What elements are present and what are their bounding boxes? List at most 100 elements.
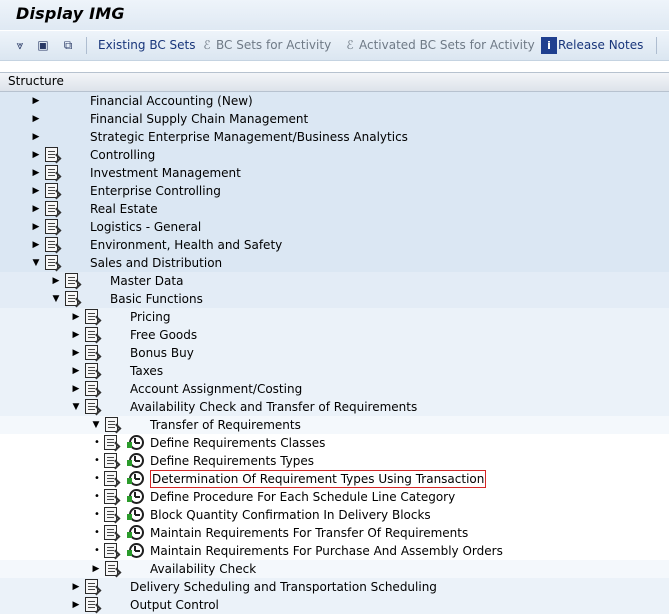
expand-arrow-icon[interactable]: ▶ [71, 329, 81, 341]
tree-node[interactable]: ▶ Enterprise Controlling [0, 182, 669, 200]
expand-arrow-icon[interactable]: ▶ [91, 563, 101, 575]
collapse-arrow-icon[interactable]: ▼ [31, 257, 41, 269]
expand-arrow-icon[interactable]: ▶ [31, 167, 41, 179]
expand-arrow-icon[interactable]: ▶ [71, 365, 81, 377]
documentation-icon[interactable] [85, 345, 98, 360]
filter-icon[interactable]: ⩔ [12, 37, 28, 53]
tree-node[interactable]: ▶ Output Control [0, 596, 669, 614]
documentation-icon[interactable] [45, 201, 58, 216]
tree-node[interactable]: ▶ Strategic Enterprise Management/Busines… [0, 128, 669, 146]
documentation-icon[interactable] [104, 507, 117, 522]
expand-arrow-icon[interactable]: ▶ [31, 239, 41, 251]
documentation-icon[interactable] [104, 471, 117, 486]
find-icon[interactable]: ▣ [35, 37, 51, 53]
execute-activity-icon[interactable] [127, 543, 144, 558]
expand-arrow-icon[interactable]: ▶ [71, 347, 81, 359]
tree-node[interactable]: • Define Requirements Classes [0, 434, 669, 452]
structure-header-label: Structure [8, 74, 64, 88]
activated-bc-sets-button[interactable]: ℰ Activated BC Sets for Activity [342, 37, 534, 54]
expand-arrow-icon[interactable]: ▶ [71, 383, 81, 395]
tree-node[interactable]: ▼ Sales and Distribution [0, 254, 669, 273]
tree-node[interactable]: • Define Procedure For Each Schedule Line… [0, 488, 669, 506]
documentation-icon[interactable] [104, 489, 117, 504]
tree-node[interactable]: • Block Quantity Confirmation In Delivery… [0, 506, 669, 524]
collapse-arrow-icon[interactable]: ▼ [51, 293, 61, 305]
documentation-icon[interactable] [104, 543, 117, 558]
execute-activity-icon[interactable] [127, 507, 144, 522]
expand-arrow-icon[interactable]: ▶ [31, 203, 41, 215]
execute-activity-icon[interactable] [127, 489, 144, 504]
expand-arrow-icon[interactable]: ▶ [31, 95, 41, 107]
bc-sets-for-activity-button[interactable]: ℰ BC Sets for Activity [199, 37, 331, 54]
leaf-bullet-icon: • [94, 509, 100, 520]
release-notes-button[interactable]: i Release Notes [541, 37, 643, 54]
expand-arrow-icon[interactable]: ▶ [31, 221, 41, 233]
documentation-icon[interactable] [45, 183, 58, 198]
documentation-icon[interactable] [85, 363, 98, 378]
documentation-icon[interactable] [104, 453, 117, 468]
expand-arrow-icon[interactable]: ▶ [31, 185, 41, 197]
tree-node[interactable]: • Maintain Requirements For Transfer Of R… [0, 524, 669, 542]
tree-node[interactable]: ▶ Free Goods [0, 326, 669, 344]
expand-arrow-icon[interactable]: ▶ [31, 131, 41, 143]
tree-node[interactable]: • Determination Of Requirement Types Usin… [0, 470, 669, 488]
tree-node[interactable]: ▶ Investment Management [0, 164, 669, 182]
tree-node[interactable]: ▶ Bonus Buy [0, 344, 669, 362]
documentation-icon[interactable] [105, 417, 118, 432]
documentation-icon[interactable] [85, 579, 98, 594]
documentation-icon[interactable] [85, 399, 98, 414]
tree-node[interactable]: ▶ Delivery Scheduling and Transportation … [0, 578, 669, 596]
documentation-icon[interactable] [65, 291, 78, 306]
execute-activity-icon[interactable] [127, 435, 144, 450]
leaf-bullet-icon: • [94, 473, 100, 484]
documentation-icon[interactable] [104, 525, 117, 540]
collapse-arrow-icon[interactable]: ▼ [91, 419, 101, 431]
leaf-bullet-icon: • [94, 455, 100, 466]
tree-node[interactable]: ▶ Financial Supply Chain Management [0, 110, 669, 128]
execute-activity-icon[interactable] [127, 471, 144, 486]
expand-arrow-icon[interactable]: ▶ [31, 149, 41, 161]
documentation-icon[interactable] [85, 309, 98, 324]
expand-arrow-icon[interactable]: ▶ [51, 275, 61, 287]
existing-bc-sets-button[interactable]: Existing BC Sets [98, 37, 196, 54]
tree-node[interactable]: • Maintain Requirements For Purchase And … [0, 542, 669, 561]
tree-node[interactable]: ▼ Availability Check and Transfer of Requ… [0, 398, 669, 417]
tree-node[interactable]: ▶ Financial Accounting (New) [0, 92, 669, 110]
refresh-icon[interactable]: ⧉ [60, 37, 76, 53]
expand-arrow-icon[interactable]: ▶ [71, 311, 81, 323]
execute-activity-icon[interactable] [127, 453, 144, 468]
tree-node[interactable]: ▶ Environment, Health and Safety [0, 236, 669, 254]
tree-node[interactable]: ▶ Master Data [0, 272, 669, 290]
tree-node[interactable]: ▶ Pricing [0, 308, 669, 326]
tree-node[interactable]: ▶ Account Assignment/Costing [0, 380, 669, 398]
collapse-arrow-icon[interactable]: ▼ [71, 401, 81, 413]
documentation-icon[interactable] [85, 597, 98, 612]
documentation-icon[interactable] [45, 255, 58, 270]
documentation-icon[interactable] [45, 147, 58, 162]
documentation-icon[interactable] [105, 561, 118, 576]
tree-node[interactable]: ▶ Logistics - General [0, 218, 669, 236]
tree-node[interactable]: ▶ Real Estate [0, 200, 669, 218]
tree-node-label: Free Goods [130, 328, 198, 342]
documentation-icon[interactable] [65, 273, 78, 288]
documentation-icon[interactable] [45, 165, 58, 180]
documentation-icon[interactable] [85, 381, 98, 396]
documentation-icon[interactable] [45, 219, 58, 234]
execute-activity-icon[interactable] [127, 525, 144, 540]
tree-node[interactable]: ▶ Controlling [0, 146, 669, 164]
tree-node-label: Pricing [130, 310, 171, 324]
tree-node[interactable]: ▼ Basic Functions [0, 290, 669, 309]
documentation-icon[interactable] [104, 435, 117, 450]
tree-node-label: Enterprise Controlling [90, 184, 221, 198]
documentation-icon[interactable] [45, 237, 58, 252]
documentation-icon[interactable] [85, 327, 98, 342]
expand-arrow-icon[interactable]: ▶ [71, 581, 81, 593]
tree-node[interactable]: ▶ Taxes [0, 362, 669, 380]
tree-node[interactable]: ▶ Availability Check [0, 560, 669, 578]
expand-arrow-icon[interactable]: ▶ [71, 599, 81, 611]
expand-arrow-icon[interactable]: ▶ [31, 113, 41, 125]
check-mark-icon [127, 442, 132, 448]
tree-node-label: Bonus Buy [130, 346, 194, 360]
tree-node[interactable]: • Define Requirements Types [0, 452, 669, 470]
tree-node[interactable]: ▼ Transfer of Requirements [0, 416, 669, 434]
